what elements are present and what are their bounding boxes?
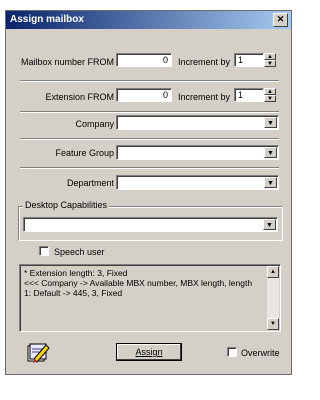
assign-mailbox-dialog: Assign mailbox ✕ Mailbox number FROM 0 I…	[5, 10, 292, 375]
title-bar: Assign mailbox ✕	[6, 11, 291, 29]
extension-increment-spinner[interactable]: ▲ ▼	[264, 88, 276, 102]
spin-down-icon[interactable]: ▼	[264, 60, 276, 67]
assign-button[interactable]: Assign	[116, 343, 182, 361]
desktop-capabilities-label: Desktop Capabilities	[23, 200, 110, 210]
pencil-note-icon	[26, 340, 50, 364]
info-scrollbar[interactable]: ▲ ▼	[267, 266, 279, 330]
feature-group-label: Feature Group	[55, 148, 114, 158]
divider	[20, 167, 279, 169]
info-textbox[interactable]: * Extension length: 3, Fixed <<< Company…	[19, 264, 281, 332]
spin-down-icon[interactable]: ▼	[264, 95, 276, 102]
speech-user-checkbox[interactable]	[39, 246, 49, 256]
mailbox-from-label: Mailbox number FROM	[20, 57, 114, 67]
info-line: 1: Default -> 445, 3, Fixed	[24, 288, 123, 298]
divider	[20, 111, 279, 113]
overwrite-label: Overwrite	[241, 348, 280, 358]
desktop-capabilities-group: Desktop Capabilities ▼	[18, 200, 283, 241]
department-select[interactable]: ▼	[116, 175, 279, 190]
info-line: <<< Company -> Available MBX number, MBX…	[24, 278, 253, 288]
mailbox-increment-spinner[interactable]: ▲ ▼	[264, 53, 276, 67]
assign-button-label: Assign	[135, 347, 163, 357]
info-line: * Extension length: 3, Fixed	[24, 268, 128, 278]
chevron-down-icon[interactable]: ▼	[263, 219, 276, 230]
divider	[20, 138, 279, 140]
speech-user-label: Speech user	[54, 247, 105, 257]
company-select[interactable]: ▼	[116, 115, 279, 130]
spin-up-icon[interactable]: ▲	[264, 88, 276, 95]
mailbox-from-field[interactable]: 0	[116, 53, 172, 67]
feature-group-select[interactable]: ▼	[116, 145, 279, 160]
divider	[20, 80, 279, 82]
spin-up-icon[interactable]: ▲	[264, 53, 276, 60]
department-label: Department	[66, 178, 114, 188]
extension-increment-label: Increment by	[178, 92, 231, 102]
dialog-title: Assign mailbox	[10, 14, 84, 25]
scroll-down-icon[interactable]: ▼	[267, 318, 279, 330]
chevron-down-icon[interactable]: ▼	[264, 117, 277, 128]
desktop-capabilities-select[interactable]: ▼	[23, 217, 278, 232]
overwrite-checkbox[interactable]	[227, 347, 237, 357]
extension-increment-field[interactable]: 1	[234, 88, 264, 102]
scroll-up-icon[interactable]: ▲	[267, 266, 279, 278]
chevron-down-icon[interactable]: ▼	[264, 147, 277, 158]
mailbox-increment-field[interactable]: 1	[234, 53, 264, 67]
company-label: Company	[75, 119, 114, 129]
mailbox-increment-label: Increment by	[178, 57, 231, 67]
extension-from-field[interactable]: 0	[116, 88, 172, 102]
close-icon[interactable]: ✕	[273, 13, 288, 27]
extension-from-label: Extension FROM	[45, 92, 114, 102]
chevron-down-icon[interactable]: ▼	[264, 177, 277, 188]
